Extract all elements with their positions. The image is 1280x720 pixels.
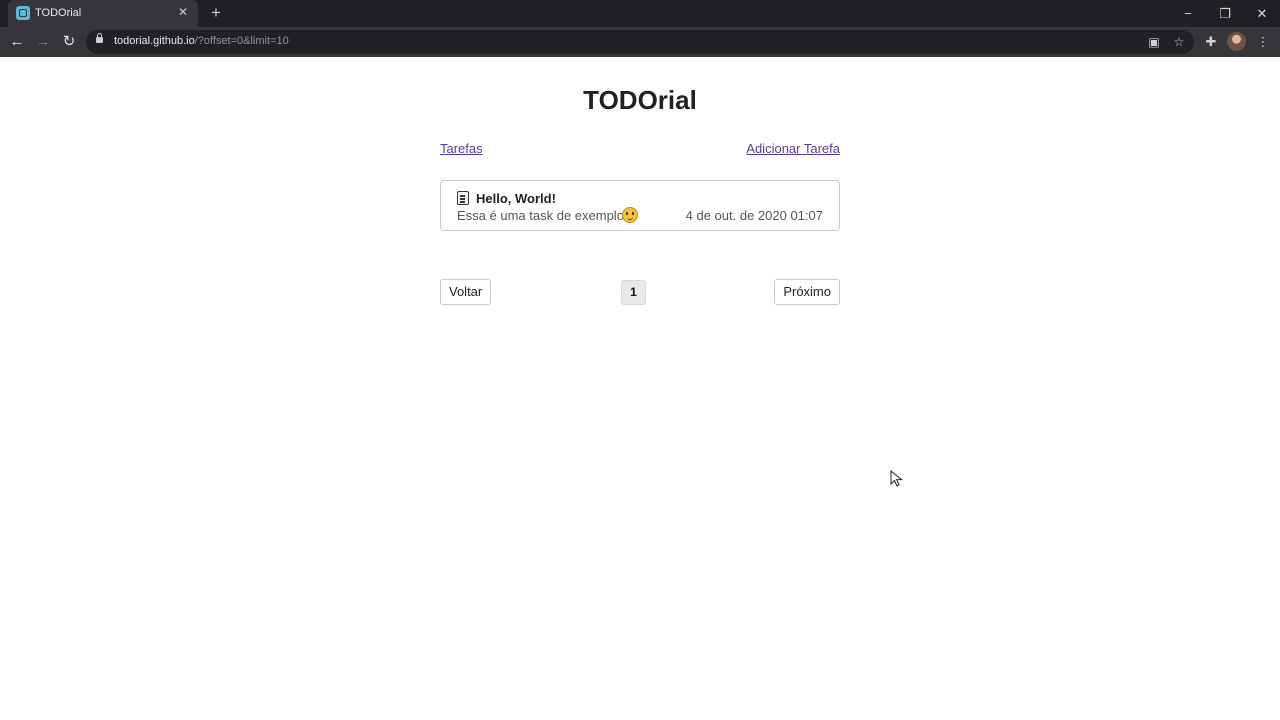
browser-tab-active[interactable]: TODOrial ✕ <box>8 0 198 27</box>
close-tab-icon[interactable]: ✕ <box>176 5 190 19</box>
reload-icon[interactable]: ↻ <box>59 32 79 52</box>
profile-avatar[interactable] <box>1227 32 1246 51</box>
lock-icon <box>96 33 103 43</box>
close-window-button[interactable]: ✕ <box>1244 0 1280 27</box>
task-title: Hello, World! <box>476 191 556 206</box>
minimize-button[interactable]: − <box>1170 0 1206 27</box>
forward-arrow-icon[interactable]: → <box>33 32 53 52</box>
browser-toolbar: ← → ↻ todorial.github.io/?offset=0&limit… <box>0 27 1280 57</box>
next-page-button[interactable]: Próximo <box>774 279 840 305</box>
tasks-link[interactable]: Tarefas <box>440 141 483 156</box>
task-description: Essa é uma task de exemplo. <box>457 208 628 223</box>
add-task-link[interactable]: Adicionar Tarefa <box>746 141 840 156</box>
menu-kebab-icon[interactable]: ⋮ <box>1254 33 1272 51</box>
page-title: TODOrial <box>583 85 697 115</box>
current-page-number[interactable]: 1 <box>621 280 646 305</box>
tab-title: TODOrial <box>35 7 82 19</box>
restore-button[interactable]: ❐ <box>1207 0 1243 27</box>
bookmark-star-icon[interactable]: ☆ <box>1171 34 1187 50</box>
address-bar[interactable]: todorial.github.io/?offset=0&limit=10 ▣ … <box>86 30 1194 54</box>
previous-page-button[interactable]: Voltar <box>440 279 492 305</box>
browser-tabstrip: TODOrial ✕ + − ❐ ✕ <box>0 0 1280 27</box>
task-date: 4 de out. de 2020 01:07 <box>685 208 823 223</box>
smiley-emoji-icon <box>622 207 638 223</box>
page-content: TODOrial Tarefas Adicionar Tarefa Hello,… <box>0 57 1280 720</box>
clipboard-icon <box>457 191 469 205</box>
back-arrow-icon[interactable]: ← <box>7 32 27 52</box>
blocked-icon[interactable]: ▣ <box>1146 34 1162 50</box>
favicon-icon <box>16 6 30 20</box>
extensions-puzzle-icon[interactable]: ✚ <box>1202 33 1220 51</box>
new-tab-button[interactable]: + <box>206 3 226 23</box>
task-card[interactable]: Hello, World! Essa é uma task de exemplo… <box>440 180 840 231</box>
mouse-cursor-icon <box>890 470 903 487</box>
url-text: todorial.github.io/?offset=0&limit=10 <box>114 35 289 47</box>
